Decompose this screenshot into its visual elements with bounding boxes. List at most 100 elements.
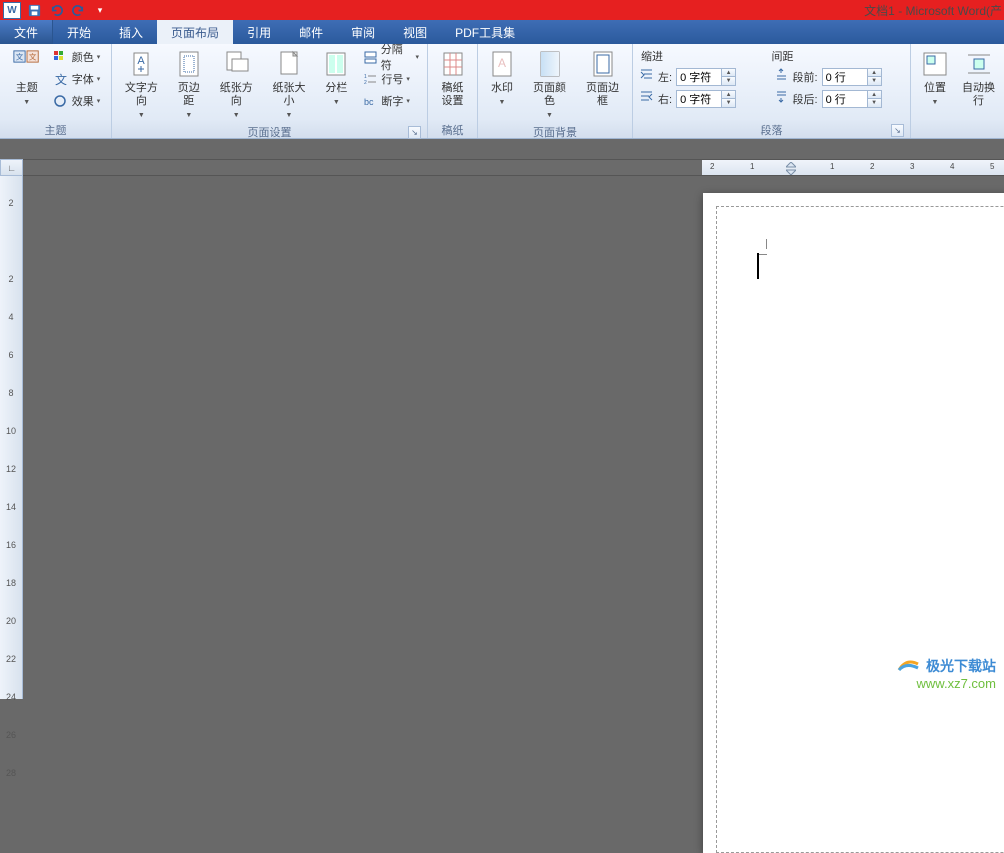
fonts-icon: 文 xyxy=(53,71,69,87)
spin-up[interactable]: ▲ xyxy=(868,91,881,99)
spin-down[interactable]: ▼ xyxy=(722,77,735,85)
undo-icon[interactable] xyxy=(46,1,66,19)
window-title: 文档1 - Microsoft Word(产 xyxy=(864,2,1002,19)
spacing-heading: 间距 xyxy=(772,48,903,64)
spacing-before-icon xyxy=(774,67,789,87)
position-icon xyxy=(919,48,951,80)
text-direction-button[interactable]: A 文字方向▼ xyxy=(116,46,167,124)
group-label-paragraph: 段落 ↘ xyxy=(637,122,906,138)
group-arrange: 位置▼ 自动换行 xyxy=(911,44,1004,138)
text-direction-icon: A xyxy=(125,48,157,80)
tab-page-layout[interactable]: 页面布局 xyxy=(157,20,233,44)
group-paragraph: 缩进 间距 左: ▲▼ 右: xyxy=(633,44,911,138)
watermark-icon: A xyxy=(486,48,518,80)
spacing-after-row: 段后: ▲▼ xyxy=(772,88,907,110)
group-label-arrange xyxy=(915,122,1000,138)
svg-text:文: 文 xyxy=(15,51,23,61)
watermark-logo-icon xyxy=(896,656,922,676)
text-wrap-button[interactable]: 自动换行 xyxy=(957,46,1000,110)
svg-text:2: 2 xyxy=(364,80,367,86)
word-logo-icon[interactable]: W xyxy=(2,1,22,19)
themes-button[interactable]: 文文 主题▼ xyxy=(7,46,47,111)
tab-pdf-tools[interactable]: PDF工具集 xyxy=(441,20,529,44)
watermark-button[interactable]: A 水印▼ xyxy=(482,46,522,111)
theme-effects-button[interactable]: 效果▾ xyxy=(49,90,105,112)
group-label-manuscript: 稿纸 xyxy=(432,122,473,138)
indent-marker-icon[interactable] xyxy=(786,162,796,175)
columns-button[interactable]: 分栏▼ xyxy=(316,46,356,111)
theme-colors-button[interactable]: 颜色▾ xyxy=(49,46,105,68)
group-page-background: A 水印▼ 页面颜色▼ 页面边框 页面背景 xyxy=(478,44,633,138)
page-margin-guide xyxy=(716,206,1004,853)
document-canvas[interactable] xyxy=(23,176,1004,699)
svg-text:A: A xyxy=(498,56,506,70)
svg-text:bc: bc xyxy=(364,97,374,107)
vertical-ruler[interactable]: 2 2 4 6 8 10 12 14 16 18 20 22 24 26 28 xyxy=(0,176,23,699)
page-borders-button[interactable]: 页面边框 xyxy=(577,46,628,110)
save-icon[interactable] xyxy=(24,1,44,19)
breaks-icon xyxy=(362,49,377,65)
page-setup-launcher[interactable]: ↘ xyxy=(408,126,421,139)
wrap-icon xyxy=(963,48,995,80)
hyphenation-button[interactable]: bc 断字▾ xyxy=(358,90,423,112)
tab-insert[interactable]: 插入 xyxy=(105,20,157,44)
ruler-corner[interactable]: ∟ xyxy=(0,159,23,176)
ribbon-tabs: 文件 开始 插入 页面布局 引用 邮件 审阅 视图 PDF工具集 xyxy=(0,20,1004,44)
group-label-page-setup: 页面设置 ↘ xyxy=(116,124,423,140)
hyphenation-icon: bc xyxy=(362,93,378,109)
page-color-icon xyxy=(534,48,566,80)
orientation-button[interactable]: 纸张方向▼ xyxy=(211,46,262,124)
spacing-after-icon xyxy=(774,89,789,109)
spin-up[interactable]: ▲ xyxy=(722,69,735,77)
line-numbers-button[interactable]: 12 行号▾ xyxy=(358,68,423,90)
orientation-icon xyxy=(220,48,252,80)
ribbon: 文文 主题▼ 颜色▾ 文 字体▾ 效果▾ 主题 xyxy=(0,44,1004,139)
theme-fonts-button[interactable]: 文 字体▾ xyxy=(49,68,105,90)
indent-left-spinner[interactable]: ▲▼ xyxy=(676,68,736,86)
svg-text:文: 文 xyxy=(55,72,67,87)
colors-icon xyxy=(53,49,69,65)
tab-home[interactable]: 开始 xyxy=(53,20,105,44)
tab-file[interactable]: 文件 xyxy=(0,20,53,44)
spacing-before-input[interactable] xyxy=(823,69,867,85)
tab-mailings[interactable]: 邮件 xyxy=(285,20,337,44)
indent-right-input[interactable] xyxy=(677,91,721,107)
spacing-before-spinner[interactable]: ▲▼ xyxy=(822,68,882,86)
paper-size-icon xyxy=(273,48,305,80)
manuscript-icon xyxy=(437,48,469,80)
paper-size-button[interactable]: 纸张大小▼ xyxy=(264,46,315,124)
indent-right-spinner[interactable]: ▲▼ xyxy=(676,90,736,108)
tab-references[interactable]: 引用 xyxy=(233,20,285,44)
spin-up[interactable]: ▲ xyxy=(868,69,881,77)
manuscript-settings-button[interactable]: 稿纸设置 xyxy=(433,46,473,110)
text-cursor xyxy=(757,253,759,279)
title-bar: W ▾ 文档1 - Microsoft Word(产 xyxy=(0,0,1004,20)
breaks-button[interactable]: 分隔符▾ xyxy=(358,46,423,68)
themes-icon: 文文 xyxy=(11,48,43,80)
margins-icon xyxy=(173,48,205,80)
spin-down[interactable]: ▼ xyxy=(868,77,881,85)
document-page[interactable] xyxy=(703,193,1004,853)
qat-dropdown-icon[interactable]: ▾ xyxy=(90,1,110,19)
page-color-button[interactable]: 页面颜色▼ xyxy=(524,46,575,124)
svg-text:文: 文 xyxy=(29,51,37,61)
crop-mark-icon xyxy=(751,239,767,255)
spacing-before-row: 段前: ▲▼ xyxy=(772,66,907,88)
line-numbers-icon: 12 xyxy=(362,71,378,87)
page-borders-icon xyxy=(587,48,619,80)
paragraph-launcher[interactable]: ↘ xyxy=(891,124,904,137)
spin-down[interactable]: ▼ xyxy=(868,99,881,107)
spin-up[interactable]: ▲ xyxy=(722,91,735,99)
indent-left-row: 左: ▲▼ xyxy=(637,66,772,88)
indent-left-input[interactable] xyxy=(677,69,721,85)
position-button[interactable]: 位置▼ xyxy=(915,46,955,111)
spin-down[interactable]: ▼ xyxy=(722,99,735,107)
spacing-after-spinner[interactable]: ▲▼ xyxy=(822,90,882,108)
horizontal-ruler[interactable]: 21 12 34 56 xyxy=(23,159,1004,176)
indent-left-icon xyxy=(639,67,654,87)
margins-button[interactable]: 页边距▼ xyxy=(169,46,209,124)
effects-icon xyxy=(53,93,69,109)
spacing-after-input[interactable] xyxy=(823,91,867,107)
redo-icon[interactable] xyxy=(68,1,88,19)
site-watermark: 极光下载站 www.xz7.com xyxy=(896,656,996,691)
